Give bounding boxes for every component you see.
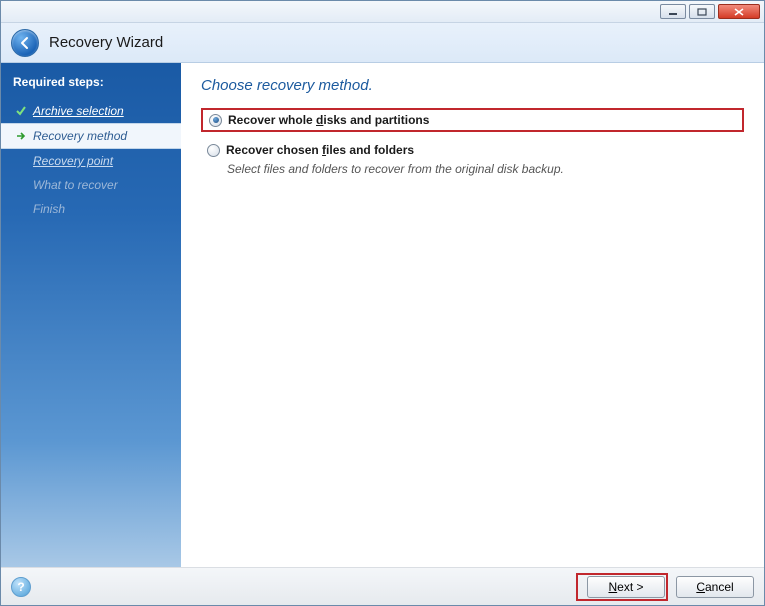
step-label: Recovery method — [33, 129, 127, 143]
sidebar-heading: Required steps: — [1, 71, 181, 99]
option-label: Recover whole disks and partitions — [228, 113, 429, 127]
step-archive-selection[interactable]: Archive selection — [1, 99, 181, 123]
step-label: Archive selection — [33, 104, 124, 118]
step-what-to-recover: What to recover — [1, 173, 181, 197]
wizard-header: Recovery Wizard — [1, 23, 764, 63]
wizard-footer: ? Next > Cancel — [1, 567, 764, 605]
maximize-button[interactable] — [689, 4, 715, 19]
close-icon — [733, 7, 745, 17]
step-label: What to recover — [33, 178, 118, 192]
next-button[interactable]: Next > — [587, 576, 665, 598]
step-label: Finish — [33, 202, 65, 216]
step-finish: Finish — [1, 197, 181, 221]
option-description: Select files and folders to recover from… — [227, 162, 744, 176]
check-icon — [15, 105, 27, 117]
minimize-button[interactable] — [660, 4, 686, 19]
radio-icon — [207, 144, 220, 157]
step-label: Recovery point — [33, 154, 113, 168]
radio-icon — [209, 114, 222, 127]
wizard-title: Recovery Wizard — [49, 34, 163, 51]
window-titlebar — [1, 1, 764, 23]
maximize-icon — [697, 8, 707, 16]
help-icon: ? — [17, 580, 24, 594]
step-recovery-point[interactable]: Recovery point — [1, 149, 181, 173]
cancel-button[interactable]: Cancel — [676, 576, 754, 598]
steps-sidebar: Required steps: Archive selection Recove… — [1, 63, 181, 567]
close-button[interactable] — [718, 4, 760, 19]
back-arrow-icon — [18, 36, 32, 50]
option-label: Recover chosen files and folders — [226, 143, 414, 157]
back-button[interactable] — [11, 29, 39, 57]
content-area: Choose recovery method. Recover whole di… — [181, 63, 764, 567]
step-recovery-method[interactable]: Recovery method — [1, 123, 181, 149]
content-heading: Choose recovery method. — [201, 77, 744, 94]
option-recover-disks[interactable]: Recover whole disks and partitions — [201, 108, 744, 132]
minimize-icon — [668, 8, 678, 16]
option-recover-files[interactable]: Recover chosen files and folders — [201, 140, 744, 160]
help-button[interactable]: ? — [11, 577, 31, 597]
arrow-right-icon — [15, 130, 27, 142]
